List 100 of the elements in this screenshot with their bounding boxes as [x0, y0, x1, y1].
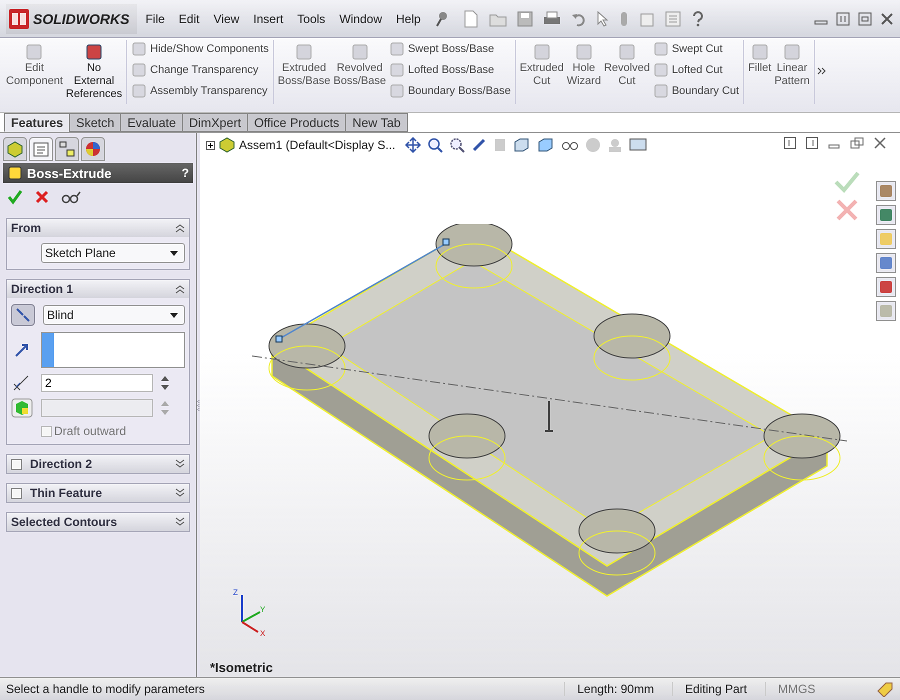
checkbox[interactable] — [11, 488, 22, 498]
collapse-icon[interactable] — [175, 223, 185, 233]
editing-mode: Editing Part — [672, 682, 759, 696]
close-icon[interactable] — [874, 137, 886, 149]
tool-icon — [388, 83, 405, 99]
section-header[interactable]: Direction 1 — [7, 280, 189, 298]
ribbon-button[interactable]: No External References — [64, 40, 124, 104]
ribbon-label: Extruded Boss/Base — [278, 62, 330, 88]
ribbon-button[interactable]: Assembly Transparency — [130, 82, 270, 100]
view-orientation-icon[interactable] — [513, 137, 532, 153]
dropdown[interactable]: Sketch Plane — [41, 243, 185, 263]
preview-glasses-icon[interactable] — [61, 190, 81, 204]
expand-icon[interactable] — [175, 488, 185, 498]
menu-item[interactable]: Insert — [253, 12, 284, 26]
extrude-icon — [7, 165, 23, 181]
ribbon-label: Edit Component — [6, 62, 63, 88]
panel-tab[interactable] — [29, 137, 53, 161]
pin-icon[interactable] — [434, 10, 449, 26]
options-icon[interactable] — [664, 10, 681, 26]
view-settings-icon[interactable] — [629, 137, 648, 153]
panel-tab-icon — [6, 140, 24, 158]
ribbon-button[interactable]: Boundary Boss/Base — [388, 82, 512, 100]
ribbon-button[interactable]: Lofted Cut — [652, 61, 740, 79]
tile-left-icon[interactable] — [784, 137, 796, 149]
property-manager-title: Boss-Extrude — [27, 166, 113, 180]
tag-icon[interactable] — [876, 681, 894, 697]
menu-item[interactable]: Tools — [297, 12, 326, 26]
section-title: Direction 2 — [30, 457, 94, 471]
tile-icon[interactable] — [836, 12, 850, 26]
help-button[interactable]: ? — [182, 166, 189, 180]
ribbon-button[interactable]: Hide/Show Components — [130, 40, 270, 58]
section-header[interactable]: Thin Feature — [7, 484, 189, 502]
tool-icon — [388, 41, 405, 57]
cancel-x-icon[interactable] — [35, 190, 49, 204]
close-icon[interactable] — [880, 12, 894, 26]
ribbon-button[interactable]: Swept Boss/Base — [388, 40, 512, 58]
checkbox[interactable] — [41, 426, 52, 436]
tool-icon — [574, 42, 594, 62]
menu-item[interactable]: Help — [396, 12, 421, 26]
tool-icon — [652, 62, 669, 78]
save-icon[interactable] — [516, 10, 533, 26]
spinner-icon[interactable] — [161, 375, 169, 391]
panel-tab[interactable] — [3, 137, 27, 161]
panel-tab[interactable] — [55, 137, 79, 161]
selection-list[interactable] — [41, 332, 185, 368]
zoom-area-icon[interactable] — [449, 137, 466, 153]
tab[interactable]: Sketch — [69, 113, 122, 132]
menu-item[interactable]: View — [213, 12, 240, 26]
pan-icon[interactable] — [405, 137, 422, 153]
tool-icon — [750, 42, 770, 62]
tab[interactable]: DimXpert — [182, 113, 248, 132]
zoom-icon[interactable] — [427, 137, 444, 153]
status-message: Select a handle to modify parameters — [6, 682, 206, 696]
tool-icon — [388, 62, 405, 78]
dropdown[interactable]: Blind — [43, 305, 185, 325]
panel-tab-icon — [58, 140, 76, 158]
file-properties-icon[interactable] — [638, 10, 655, 26]
depth-input[interactable]: 2 — [41, 374, 153, 392]
tool-icon — [652, 41, 669, 57]
menu-item[interactable]: File — [145, 12, 165, 26]
tool-icon — [131, 62, 148, 78]
menu-item[interactable]: Edit — [178, 12, 200, 26]
ribbon-button[interactable]: Boundary Cut — [652, 82, 740, 100]
ok-check-icon[interactable] — [7, 189, 23, 205]
collapse-icon[interactable] — [175, 284, 185, 294]
checkbox-label: Draft outward — [54, 424, 126, 438]
checkbox[interactable] — [11, 458, 22, 470]
tab[interactable]: Evaluate — [120, 113, 183, 132]
tile-right-icon[interactable] — [806, 137, 818, 149]
ribbon-button[interactable]: Swept Cut — [652, 40, 740, 58]
section-header[interactable]: Selected Contours — [7, 513, 189, 531]
display-style-icon[interactable] — [537, 137, 556, 153]
pointer-icon[interactable] — [596, 10, 609, 26]
tool-icon — [131, 83, 148, 99]
expand-tree-icon[interactable] — [206, 140, 215, 150]
menu-item[interactable]: Window — [339, 12, 382, 26]
ribbon-label: Fillet — [748, 62, 772, 75]
draft-angle-input[interactable] — [41, 399, 153, 417]
reverse-direction-button[interactable] — [11, 304, 35, 326]
restore-icon[interactable] — [858, 12, 872, 26]
expand-icon[interactable] — [175, 517, 185, 527]
section-header[interactable]: Direction 2 — [7, 455, 189, 473]
ribbon-button[interactable]: Change Transparency — [130, 61, 270, 79]
more-icon[interactable] — [816, 66, 827, 76]
draft-toggle-icon[interactable] — [11, 398, 33, 418]
tab[interactable]: New Tab — [345, 113, 408, 132]
restore-icon[interactable] — [850, 137, 864, 149]
section-header[interactable]: From — [7, 219, 189, 237]
axis-triad-drawing: Z Y X — [230, 587, 270, 637]
print-icon[interactable] — [542, 10, 561, 26]
hide-show-icon[interactable] — [561, 139, 580, 151]
new-document-icon[interactable] — [462, 10, 479, 28]
ok-check-icon[interactable] — [834, 171, 860, 193]
expand-icon[interactable] — [175, 459, 185, 469]
ribbon-button[interactable]: Lofted Boss/Base — [388, 61, 512, 79]
tree-item[interactable]: Assem1 (Default<Display S... — [239, 138, 396, 152]
help-icon[interactable] — [690, 10, 705, 26]
tab[interactable]: Office Products — [247, 113, 346, 132]
caret-icon — [170, 250, 178, 256]
tab[interactable]: Features — [4, 113, 70, 132]
